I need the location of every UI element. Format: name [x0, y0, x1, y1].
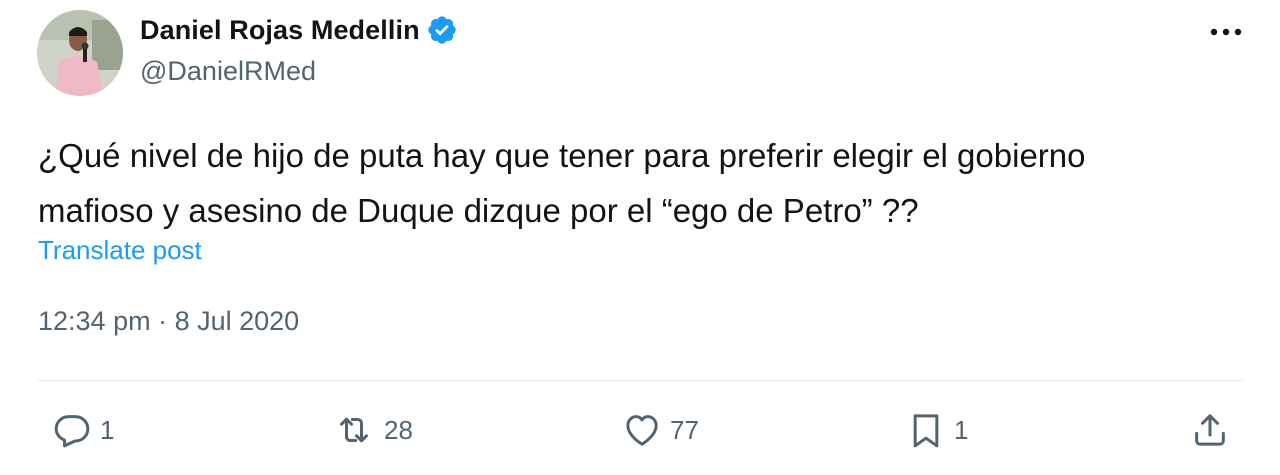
tweet-text-line-2: mafioso y asesino de Duque dizque por el…: [38, 192, 919, 229]
like-button[interactable]: 77: [620, 405, 699, 455]
like-count: 77: [670, 414, 699, 445]
avatar-image: [37, 10, 123, 96]
reply-icon: [54, 415, 90, 448]
tweet-header: Daniel Rojas Medellin @DanielRMed: [36, 8, 1246, 98]
reply-count: 1: [100, 414, 115, 445]
tweet-timestamp[interactable]: 12:34 pm · 8 Jul 2020: [38, 306, 299, 337]
repost-icon: [340, 417, 368, 443]
verified-badge-icon: [428, 16, 456, 44]
more-options-button[interactable]: [1206, 14, 1246, 50]
repost-count: 28: [384, 414, 413, 445]
share-button[interactable]: [1188, 405, 1232, 455]
repost-button[interactable]: 28: [330, 405, 413, 455]
author-handle[interactable]: @DanielRMed: [140, 56, 316, 87]
author-name[interactable]: Daniel Rojas Medellin: [140, 15, 420, 46]
divider: [38, 380, 1243, 381]
tweet-text-line-1: ¿Qué nivel de hijo de puta hay que tener…: [38, 137, 1086, 174]
reply-button[interactable]: 1: [50, 405, 114, 455]
action-bar: 1 28 77 1: [38, 405, 1243, 455]
heart-icon: [626, 415, 658, 446]
share-icon: [1195, 414, 1225, 446]
tweet-text: ¿Qué nivel de hijo de puta hay que tener…: [38, 128, 1238, 238]
avatar[interactable]: [37, 10, 123, 96]
bookmark-button[interactable]: 1: [904, 405, 968, 455]
author-name-row: Daniel Rojas Medellin: [140, 14, 458, 46]
more-dots-icon: [1210, 28, 1242, 36]
bookmark-count: 1: [954, 414, 969, 445]
translate-post-link[interactable]: Translate post: [38, 235, 202, 266]
bookmark-icon: [913, 414, 939, 448]
